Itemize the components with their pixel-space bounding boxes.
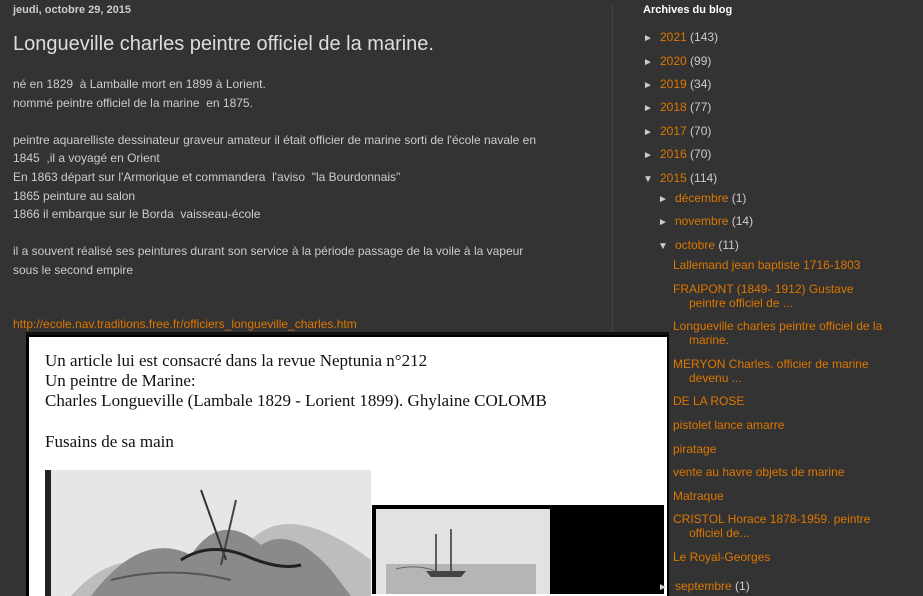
expand-arrow-icon[interactable]: ►	[643, 103, 660, 114]
archive-month-octobre[interactable]: ▼ octobre (11)	[658, 238, 739, 252]
archive-post-link[interactable]: Le Royal-Georges	[673, 550, 893, 564]
post-link-line[interactable]: Longueville charles peintre officiel de …	[673, 319, 882, 333]
post-date: jeudi, octobre 29, 2015	[13, 4, 131, 16]
post-link-line[interactable]: peintre officiel de ...	[673, 296, 893, 310]
archive-year-2016[interactable]: ► 2016 (70)	[643, 147, 711, 161]
article-scan-image[interactable]: Un article lui est consacré dans la revu…	[26, 332, 669, 596]
post-link-line[interactable]: marine.	[673, 333, 893, 347]
post-title[interactable]: Longueville charles peintre officiel de …	[13, 33, 434, 56]
month-link[interactable]: septembre	[675, 579, 732, 593]
post-link-line[interactable]: FRAIPONT (1849- 1912) Gustave	[673, 282, 854, 296]
archive-post-link[interactable]: CRISTOL Horace 1878-1959. peintre offici…	[673, 512, 893, 540]
source-link[interactable]: http://ecole.nav.traditions.free.fr/offi…	[13, 317, 357, 331]
expand-arrow-icon[interactable]: ►	[643, 150, 660, 161]
archive-year-2021[interactable]: ► 2021 (143)	[643, 30, 718, 44]
archive-year-2019[interactable]: ► 2019 (34)	[643, 77, 711, 91]
post-count: (70)	[690, 124, 712, 138]
post-link-line[interactable]: vente au havre objets de marine	[673, 465, 844, 479]
body-line: 1865 peinture au salon	[13, 188, 136, 203]
post-count: (34)	[690, 77, 712, 91]
post-count: (1)	[731, 191, 747, 205]
post-link-line[interactable]: officiel de...	[673, 526, 893, 540]
archive-year-2015[interactable]: ▼ 2015 (114)	[643, 171, 717, 185]
collapse-arrow-icon[interactable]: ▼	[658, 241, 675, 252]
scan-line: Un article lui est consacré dans la revu…	[45, 351, 428, 370]
body-line: peintre aquarelliste dessinateur graveur…	[13, 132, 537, 147]
post-link-line[interactable]: pistolet lance amarre	[673, 418, 784, 432]
post-count: (143)	[690, 30, 719, 44]
body-line: sous le second empire	[13, 262, 134, 277]
post-count: (14)	[731, 214, 754, 228]
body-line: il a souvent réalisé ses peintures duran…	[13, 244, 524, 259]
month-link[interactable]: octobre	[675, 238, 715, 252]
archive-year-2018[interactable]: ► 2018 (77)	[643, 100, 711, 114]
body-line: En 1863 départ sur l'Armorique et comman…	[13, 169, 401, 184]
archive-post-link[interactable]: vente au havre objets de marine	[673, 465, 893, 479]
post-count: (114)	[690, 171, 718, 185]
expand-arrow-icon[interactable]: ►	[643, 80, 660, 91]
post-link-line[interactable]: Matraque	[673, 489, 724, 503]
charcoal-drawing-ships	[372, 505, 664, 594]
archive-post-link[interactable]: FRAIPONT (1849- 1912) Gustave peintre of…	[673, 282, 893, 310]
post-link-line[interactable]: piratage	[673, 442, 716, 456]
expand-arrow-icon[interactable]: ►	[643, 127, 660, 138]
month-link[interactable]: décembre	[675, 191, 728, 205]
body-line: né en 1829 à Lamballe mort en 1899 à Lor…	[13, 77, 266, 91]
post-count: (99)	[690, 54, 712, 68]
year-link[interactable]: 2018	[660, 100, 687, 114]
body-line: 1845 ,il a voyagé en Orient	[13, 151, 160, 166]
archive-post-link[interactable]: DE LA ROSE	[673, 394, 893, 408]
archive-month-septembre[interactable]: ► septembre (1)	[658, 579, 750, 593]
archive-post-link[interactable]: Matraque	[673, 489, 893, 503]
year-link[interactable]: 2016	[660, 147, 687, 161]
archive-post-link[interactable]: MERYON Charles. officier de marine deven…	[673, 357, 893, 385]
archive-year-2017[interactable]: ► 2017 (70)	[643, 124, 711, 138]
post-link-line[interactable]: devenu ...	[673, 371, 893, 385]
post-count: (77)	[690, 100, 712, 114]
collapse-arrow-icon[interactable]: ▼	[643, 174, 660, 185]
body-line: nommé peintre officiel de la marine en 1…	[13, 95, 253, 110]
archive-post-link[interactable]: pistolet lance amarre	[673, 418, 893, 432]
body-line	[13, 224, 588, 243]
post-count: (70)	[690, 147, 712, 161]
post-link-line[interactable]: MERYON Charles. officier de marine	[673, 357, 869, 371]
archive-month-novembre[interactable]: ► novembre (14)	[658, 214, 753, 228]
archive-year-2020[interactable]: ► 2020 (99)	[643, 54, 711, 68]
charcoal-drawing-shipwreck	[45, 470, 371, 596]
expand-arrow-icon[interactable]: ►	[658, 217, 675, 228]
scan-line: Un peintre de Marine:	[45, 371, 196, 390]
expand-arrow-icon[interactable]: ►	[643, 57, 660, 68]
scan-line: Fusains de sa main	[45, 432, 174, 451]
body-line: 1866 il embarque sur le Borda vaisseau-é…	[13, 207, 261, 222]
expand-arrow-icon[interactable]: ►	[658, 582, 675, 593]
post-link-line[interactable]: Lallemand jean baptiste 1716-1803	[673, 258, 860, 272]
archive-post-link[interactable]: Lallemand jean baptiste 1716-1803	[673, 258, 893, 272]
post-body: né en 1829 à Lamballe mort en 1899 à Lor…	[13, 75, 588, 280]
archive-post-link[interactable]: Longueville charles peintre officiel de …	[673, 319, 893, 347]
post-count: (1)	[735, 579, 750, 593]
post-link-line[interactable]: CRISTOL Horace 1878-1959. peintre	[673, 512, 870, 526]
post-link-line[interactable]: Le Royal-Georges	[673, 550, 770, 564]
body-line	[13, 112, 588, 131]
year-link[interactable]: 2017	[660, 124, 687, 138]
expand-arrow-icon[interactable]: ►	[658, 194, 675, 205]
year-link[interactable]: 2020	[660, 54, 687, 68]
year-link[interactable]: 2019	[660, 77, 687, 91]
year-link[interactable]: 2015	[660, 171, 687, 185]
month-link[interactable]: novembre	[675, 214, 728, 228]
post-link-line[interactable]: DE LA ROSE	[673, 394, 744, 408]
expand-arrow-icon[interactable]: ►	[643, 33, 660, 44]
year-link[interactable]: 2021	[660, 30, 687, 44]
scan-line: Charles Longueville (Lambale 1829 - Lori…	[45, 391, 547, 410]
archive-month-decembre[interactable]: ► décembre (1)	[658, 191, 746, 205]
archive-title: Archives du blog	[643, 4, 733, 16]
archive-post-link[interactable]: piratage	[673, 442, 893, 456]
post-count: (11)	[718, 238, 739, 252]
